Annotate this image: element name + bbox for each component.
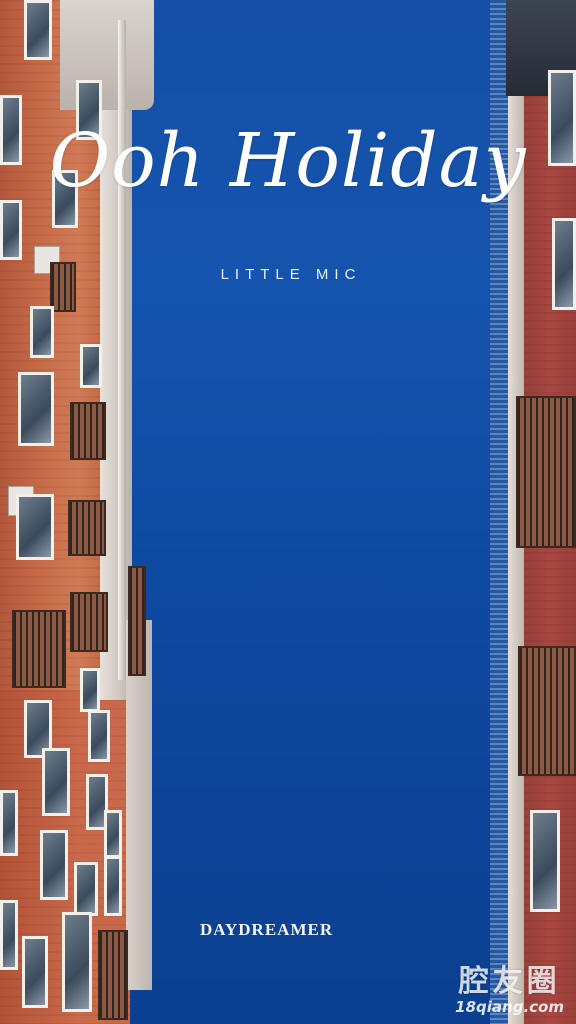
right-building-column xyxy=(508,90,524,1024)
window-cage xyxy=(70,402,106,460)
window xyxy=(0,900,18,970)
window xyxy=(104,856,122,916)
watermark-logo-text: 腔友圈 xyxy=(458,964,561,999)
window xyxy=(80,668,100,712)
window xyxy=(40,830,68,900)
poster-title: Ooh Holiday xyxy=(49,118,527,204)
watermark: 腔友圈 18qiang.com xyxy=(455,956,564,1016)
window-cage xyxy=(128,566,146,676)
window-cage xyxy=(98,930,128,1020)
poster-footer-text: DAYDREAMER xyxy=(200,920,334,939)
window xyxy=(22,936,48,1008)
window xyxy=(530,810,560,912)
window xyxy=(552,218,576,310)
window-cage xyxy=(70,592,108,652)
window xyxy=(80,344,102,388)
left-building-roof xyxy=(60,0,154,110)
watermark-url: 18qiang.com xyxy=(455,998,564,1016)
poster: Ooh Holiday LITTLE MIC DAYDREAMER 腔友圈 18… xyxy=(0,0,576,1024)
window xyxy=(16,494,54,560)
window xyxy=(62,912,92,1012)
poster-subtitle: LITTLE MIC xyxy=(220,266,362,283)
window xyxy=(0,200,22,260)
window-cage xyxy=(516,396,576,548)
window-cage xyxy=(12,610,66,688)
window xyxy=(18,372,54,446)
window xyxy=(74,862,98,916)
window xyxy=(104,810,122,858)
window xyxy=(42,748,70,816)
window xyxy=(24,0,52,60)
window xyxy=(30,306,54,358)
window-cage xyxy=(518,646,576,776)
window-cage xyxy=(68,500,106,556)
window xyxy=(0,790,18,856)
window xyxy=(88,710,110,762)
